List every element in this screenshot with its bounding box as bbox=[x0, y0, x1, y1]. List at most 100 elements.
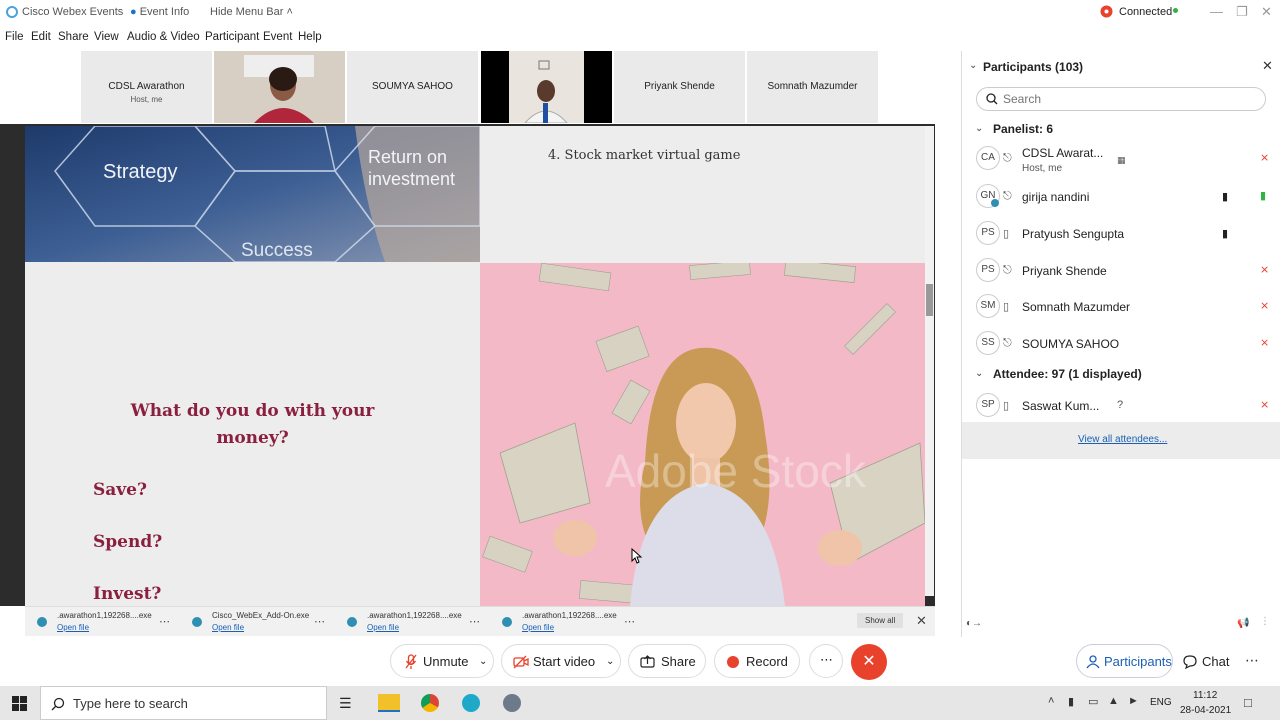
menu-help[interactable]: Help bbox=[298, 31, 322, 43]
participant-row[interactable]: PS ▯ Pratyush Sengupta ▮ bbox=[962, 217, 1280, 251]
close-panel-icon[interactable]: ✕ bbox=[1262, 58, 1273, 74]
participant-row[interactable]: GN ⎋ girija nandini ▮ ▮ bbox=[962, 180, 1280, 214]
show-all-button[interactable]: Show all bbox=[857, 613, 904, 628]
menu-file[interactable]: File bbox=[5, 31, 24, 43]
leave-meeting-button[interactable]: ✕ bbox=[851, 644, 887, 680]
video-tile-camera-feed[interactable] bbox=[214, 51, 345, 123]
unmuted-mic-icon[interactable]: ▮ bbox=[1260, 189, 1266, 202]
participant-search-input[interactable] bbox=[1003, 91, 1258, 107]
menu-participant[interactable]: Participant bbox=[205, 31, 259, 43]
muted-mic-icon[interactable]: ⨯ bbox=[1260, 151, 1269, 164]
tray-mic-icon[interactable]: ▮ bbox=[1068, 695, 1074, 708]
panel-resize-icon[interactable]: ⋮ bbox=[1260, 616, 1270, 627]
event-info-button[interactable]: ● Event Info bbox=[130, 6, 189, 18]
menu-view[interactable]: View bbox=[94, 31, 119, 43]
more-options-icon[interactable]: ⋯ bbox=[469, 615, 480, 628]
clock-date[interactable]: 28-04-2021 bbox=[1180, 705, 1231, 716]
volume-icon[interactable]: ► bbox=[1128, 695, 1139, 707]
webex-file-icon bbox=[37, 617, 47, 627]
chrome-icon[interactable] bbox=[421, 694, 439, 712]
collapse-chevron-icon[interactable]: ⌄ bbox=[969, 60, 977, 71]
menu-event[interactable]: Event bbox=[263, 31, 292, 43]
tray-chevron-icon[interactable]: ˄ bbox=[1048, 695, 1054, 707]
chat-panel-button[interactable]: Chat bbox=[1178, 644, 1235, 678]
app-taskbar-icon[interactable] bbox=[503, 694, 521, 712]
download-item[interactable]: .awarathon1,192268....exe Open file ⋯ bbox=[337, 610, 487, 636]
wifi-icon[interactable]: ▲ bbox=[1108, 695, 1119, 707]
participant-name: girija nandini bbox=[1022, 190, 1090, 204]
menu-audio-video[interactable]: Audio & Video bbox=[127, 31, 200, 43]
panel-options-icon[interactable]: ◐→ bbox=[966, 618, 982, 629]
start-video-label: Start video bbox=[533, 654, 596, 669]
signal-strength-icon: ▦ bbox=[1117, 155, 1126, 165]
more-options-icon[interactable]: ⋯ bbox=[314, 615, 325, 628]
more-options-icon[interactable]: ⋯ bbox=[159, 615, 170, 628]
download-item[interactable]: .awarathon1,192268....exe Open file ⋯ bbox=[492, 610, 642, 636]
input-language[interactable]: ENG bbox=[1150, 697, 1172, 708]
announcement-icon[interactable]: 📢 bbox=[1237, 618, 1249, 629]
menu-share[interactable]: Share bbox=[58, 31, 89, 43]
participant-row[interactable]: SS ⎋ SOUMYA SAHOO ⨯ bbox=[962, 327, 1280, 361]
video-tile-priyank-shende[interactable]: Priyank Shende bbox=[614, 51, 745, 123]
webex-file-icon bbox=[347, 617, 357, 627]
participants-panel-button[interactable]: Participants bbox=[1076, 644, 1173, 678]
share-button[interactable]: Share bbox=[628, 644, 706, 678]
video-tile-name: Priyank Shende bbox=[644, 81, 715, 92]
task-view-icon[interactable]: ☰ bbox=[339, 695, 352, 712]
more-options-icon[interactable]: ⋯ bbox=[624, 615, 635, 628]
video-tile-somnath-mazumder[interactable]: Somnath Mazumder bbox=[747, 51, 878, 123]
attendee-chevron-icon[interactable]: ⌄ bbox=[975, 368, 983, 379]
open-file-link[interactable]: Open file bbox=[57, 623, 89, 632]
hide-menu-bar-button[interactable]: Hide Menu Bar ˄ bbox=[210, 6, 293, 18]
video-tile-cdsl-awarathon[interactable]: CDSL Awarathon Host, me bbox=[81, 51, 212, 123]
open-file-link[interactable]: Open file bbox=[212, 623, 244, 632]
file-explorer-icon[interactable] bbox=[378, 694, 400, 712]
clock-time[interactable]: 11:12 bbox=[1193, 690, 1217, 701]
muted-mic-icon[interactable]: ⨯ bbox=[1260, 336, 1269, 349]
unknown-audio-status: ? bbox=[1117, 399, 1124, 411]
close-download-bar-icon[interactable]: ✕ bbox=[916, 613, 927, 629]
view-all-attendees-link[interactable]: View all attendees... bbox=[1078, 434, 1167, 445]
open-file-link[interactable]: Open file bbox=[367, 623, 399, 632]
more-options-button[interactable]: ⋯ bbox=[809, 644, 843, 678]
unmute-button[interactable]: Unmute ⌄ bbox=[390, 644, 494, 678]
chevron-down-icon[interactable]: ⌄ bbox=[479, 656, 487, 667]
video-tile-soumya-sahoo[interactable]: SOUMYA SAHOO bbox=[347, 51, 478, 123]
connection-status: Connected bbox=[1119, 6, 1173, 18]
download-item[interactable]: .awarathon1,192268....exe Open file ⋯ bbox=[27, 610, 177, 636]
webex-taskbar-icon[interactable] bbox=[462, 694, 480, 712]
participant-row[interactable]: SM ▯ Somnath Mazumder ⨯ bbox=[962, 290, 1280, 324]
maximize-icon[interactable]: ❐ bbox=[1236, 4, 1248, 20]
participant-row[interactable]: SP ▯ Saswat Kum... ? ⨯ bbox=[962, 389, 1280, 423]
muted-mic-icon[interactable]: ⨯ bbox=[1260, 263, 1269, 276]
slide-scrollbar-thumb[interactable] bbox=[926, 284, 933, 316]
panelist-chevron-icon[interactable]: ⌄ bbox=[975, 123, 983, 134]
close-window-icon[interactable]: ✕ bbox=[1261, 4, 1272, 20]
muted-mic-icon[interactable]: ⨯ bbox=[1260, 398, 1269, 411]
open-file-link[interactable]: Open file bbox=[522, 623, 554, 632]
battery-icon[interactable]: ▭ bbox=[1088, 695, 1098, 708]
record-button[interactable]: Record bbox=[714, 644, 800, 678]
share-icon bbox=[640, 655, 655, 668]
avatar: CA bbox=[976, 146, 1000, 170]
video-on-icon[interactable]: ▮ bbox=[1222, 227, 1228, 240]
participant-search-box[interactable] bbox=[976, 87, 1266, 111]
taskbar-search-box[interactable]: Type here to search bbox=[40, 686, 327, 720]
participant-row[interactable]: PS ⎋ Priyank Shende ⨯ bbox=[962, 254, 1280, 288]
start-video-button[interactable]: Start video ⌄ bbox=[501, 644, 621, 678]
download-item[interactable]: Cisco_WebEx_Add-On.exe Open file ⋯ bbox=[182, 610, 332, 636]
slide-scrollbar[interactable] bbox=[925, 126, 934, 596]
video-on-icon[interactable]: ▮ bbox=[1222, 190, 1228, 203]
chevron-down-icon[interactable]: ⌄ bbox=[606, 656, 614, 667]
menu-edit[interactable]: Edit bbox=[31, 31, 51, 43]
video-tile-name: Somnath Mazumder bbox=[767, 81, 858, 92]
chevron-up-icon: ˄ bbox=[286, 6, 293, 18]
participant-row[interactable]: CA ⎋ CDSL Awarat... Host, me ▦ ⨯ bbox=[962, 142, 1280, 176]
image-text-success: Success bbox=[241, 240, 313, 261]
panel-more-icon[interactable]: ⋯ bbox=[1245, 652, 1259, 669]
notification-icon[interactable]: □ bbox=[1244, 695, 1252, 710]
video-tile-camera-feed-2[interactable] bbox=[481, 51, 612, 124]
muted-mic-icon[interactable]: ⨯ bbox=[1260, 299, 1269, 312]
windows-start-icon[interactable] bbox=[12, 696, 27, 711]
minimize-icon[interactable]: — bbox=[1210, 4, 1223, 19]
